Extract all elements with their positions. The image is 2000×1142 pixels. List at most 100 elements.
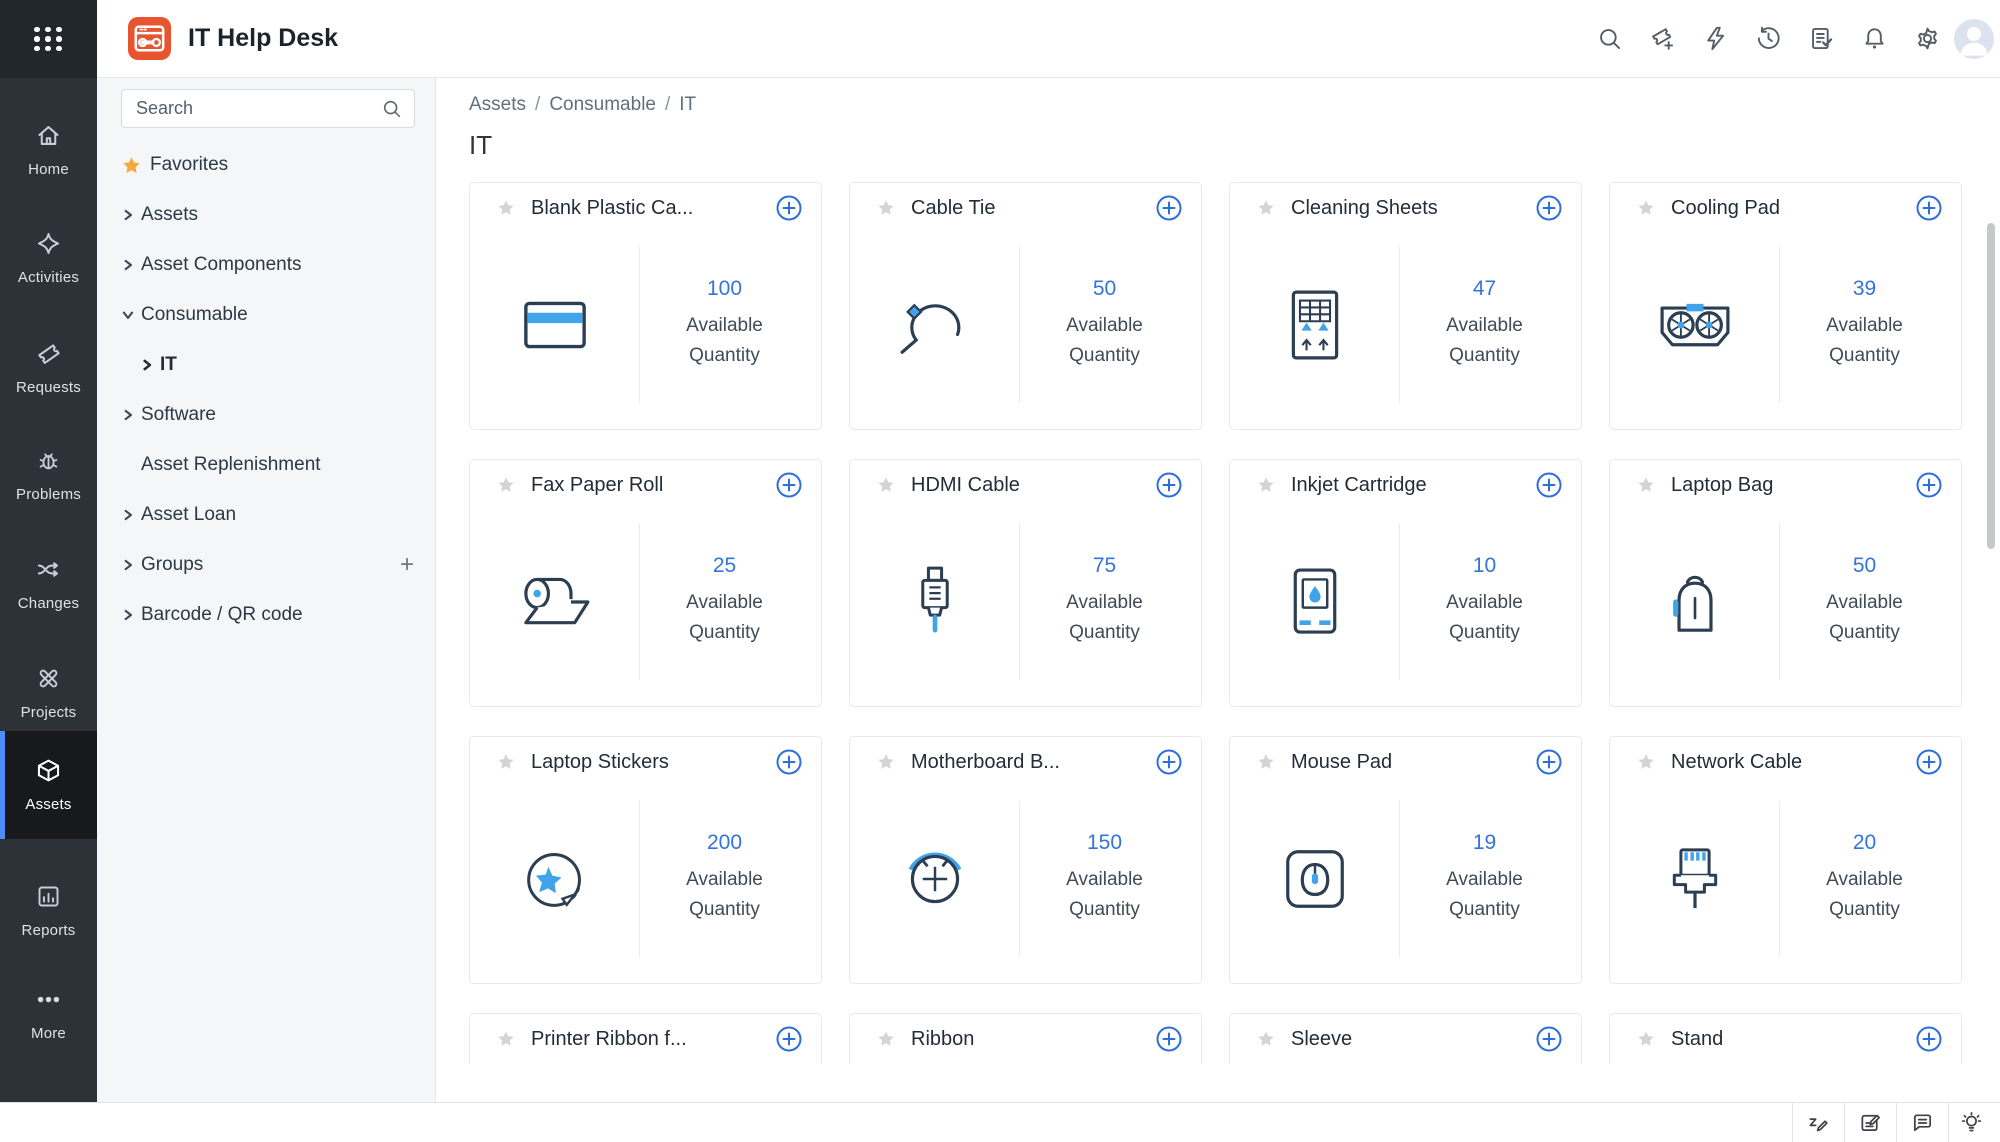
consumable-card[interactable]: Motherboard B... 150 Available Quantity [849,736,1202,984]
add-quantity-button[interactable] [775,1025,803,1053]
history-icon[interactable] [1742,0,1795,78]
search-input[interactable] [122,98,381,119]
new-request-icon[interactable] [1636,0,1689,78]
vertical-scrollbar[interactable] [1987,223,1995,549]
favorite-star-icon[interactable] [1256,198,1276,218]
nav-item-changes[interactable]: Changes [0,536,97,632]
consumable-card[interactable]: Cooling Pad 39 Available Quantity [1609,182,1962,430]
tree-item-asset-replenishment[interactable]: Asset Replenishment [97,440,436,490]
consumable-card[interactable]: Laptop Bag 50 Available Quantity [1609,459,1962,707]
add-quantity-button[interactable] [775,471,803,499]
favorite-star-icon[interactable] [1636,475,1656,495]
favorite-star-icon[interactable] [1636,1029,1656,1049]
compose-note-icon[interactable] [1844,1103,1896,1142]
chevron-right-icon[interactable] [140,358,154,372]
suggestions-bulb-icon[interactable] [1948,1103,2000,1142]
consumable-card[interactable]: Ribbon Available Quantity [849,1013,1202,1064]
chevron-right-icon[interactable] [121,408,135,422]
favorite-star-icon[interactable] [876,752,896,772]
chevron-right-icon[interactable] [121,258,135,272]
favorite-star-icon[interactable] [496,475,516,495]
reports-icon [35,883,62,915]
motherboard-icon [850,801,1019,957]
tree-item-it[interactable]: IT [97,340,436,390]
consumable-card[interactable]: Stand Available Quantity [1609,1013,1962,1064]
search-icon[interactable] [1583,0,1636,78]
favorite-star-icon[interactable] [1256,475,1276,495]
app-launcher[interactable] [0,0,97,78]
chevron-right-icon[interactable] [121,608,135,622]
consumable-card[interactable]: Blank Plastic Ca... 100 Available Quanti… [469,182,822,430]
favorite-star-icon[interactable] [1256,752,1276,772]
add-quantity-button[interactable] [1915,748,1943,776]
favorite-star-icon[interactable] [1636,752,1656,772]
available-quantity-label: Available Quantity [1050,311,1160,371]
add-quantity-button[interactable] [1915,471,1943,499]
tree-item-software[interactable]: Software [97,390,436,440]
quick-actions-icon[interactable] [1689,0,1742,78]
settings-gear-icon[interactable] [1901,0,1954,78]
favorite-star-icon[interactable] [876,1029,896,1049]
consumable-card[interactable]: Sleeve Available Quantity [1229,1013,1582,1064]
nav-item-reports[interactable]: Reports [0,863,97,959]
consumable-card[interactable]: Mouse Pad 19 Available Quantity [1229,736,1582,984]
favorite-star-icon[interactable] [496,198,516,218]
nav-item-projects[interactable]: Projects [0,645,97,741]
consumable-card[interactable]: Inkjet Cartridge 10 Available Quantity [1229,459,1582,707]
add-quantity-button[interactable] [1535,471,1563,499]
quantity-panel: 20 Available Quantity [1780,793,1949,963]
add-quantity-button[interactable] [1155,194,1183,222]
tree-item-asset-components[interactable]: Asset Components [97,240,436,290]
chevron-right-icon[interactable] [121,508,135,522]
favorite-star-icon[interactable] [1636,198,1656,218]
favorite-star-icon[interactable] [876,198,896,218]
add-quantity-button[interactable] [775,748,803,776]
consumable-card[interactable]: Cable Tie 50 Available Quantity [849,182,1202,430]
nav-item-assets[interactable]: Assets [0,731,97,839]
consumable-card[interactable]: Fax Paper Roll 25 Available Quantity [469,459,822,707]
nav-item-problems[interactable]: Problems [0,427,97,523]
consumable-card[interactable]: Network Cable 20 Available Quantity [1609,736,1962,984]
favorite-star-icon[interactable] [496,752,516,772]
consumable-card[interactable]: Printer Ribbon f... Available Quantity [469,1013,822,1064]
notifications-bell-icon[interactable] [1848,0,1901,78]
add-quantity-button[interactable] [1155,1025,1183,1053]
tree-item-label: Asset Replenishment [141,454,321,476]
add-group-icon[interactable]: + [400,554,414,576]
breadcrumb-it[interactable]: IT [679,94,696,115]
add-quantity-button[interactable] [1535,194,1563,222]
tree-item-favorites[interactable]: Favorites [97,140,436,190]
feedback-chat-icon[interactable] [1896,1103,1948,1142]
favorite-star-icon[interactable] [1256,1029,1276,1049]
add-quantity-button[interactable] [1155,471,1183,499]
tree-item-asset-loan[interactable]: Asset Loan [97,490,436,540]
breadcrumb-consumable[interactable]: Consumable [549,94,656,115]
nav-item-more[interactable]: More [0,966,97,1062]
nav-item-activities[interactable]: Activities [0,210,97,306]
tree-item-assets[interactable]: Assets [97,190,436,240]
chevron-down-icon[interactable] [121,308,135,322]
consumable-card[interactable]: Cleaning Sheets 47 Available Quantity [1229,182,1582,430]
quantity-panel: 19 Available Quantity [1400,793,1569,963]
add-quantity-button[interactable] [1915,194,1943,222]
breadcrumb-assets[interactable]: Assets [469,94,526,115]
add-quantity-button[interactable] [1535,1025,1563,1053]
signature-icon[interactable] [1792,1103,1844,1142]
add-quantity-button[interactable] [775,194,803,222]
add-quantity-button[interactable] [1155,748,1183,776]
tree-item-consumable[interactable]: Consumable [97,290,436,340]
nav-item-home[interactable]: Home [0,102,97,198]
chevron-right-icon[interactable] [121,558,135,572]
consumable-card[interactable]: Laptop Stickers 200 Available Quantity [469,736,822,984]
favorite-star-icon[interactable] [496,1029,516,1049]
nav-item-requests[interactable]: Requests [0,320,97,416]
add-quantity-button[interactable] [1915,1025,1943,1053]
tree-item-barcode-qr-code[interactable]: Barcode / QR code [97,590,436,640]
add-quantity-button[interactable] [1535,748,1563,776]
approvals-icon[interactable] [1795,0,1848,78]
favorite-star-icon[interactable] [876,475,896,495]
tree-item-groups[interactable]: Groups + [97,540,436,590]
user-avatar[interactable] [1954,19,1994,59]
consumable-card[interactable]: HDMI Cable 75 Available Quantity [849,459,1202,707]
chevron-right-icon[interactable] [121,208,135,222]
